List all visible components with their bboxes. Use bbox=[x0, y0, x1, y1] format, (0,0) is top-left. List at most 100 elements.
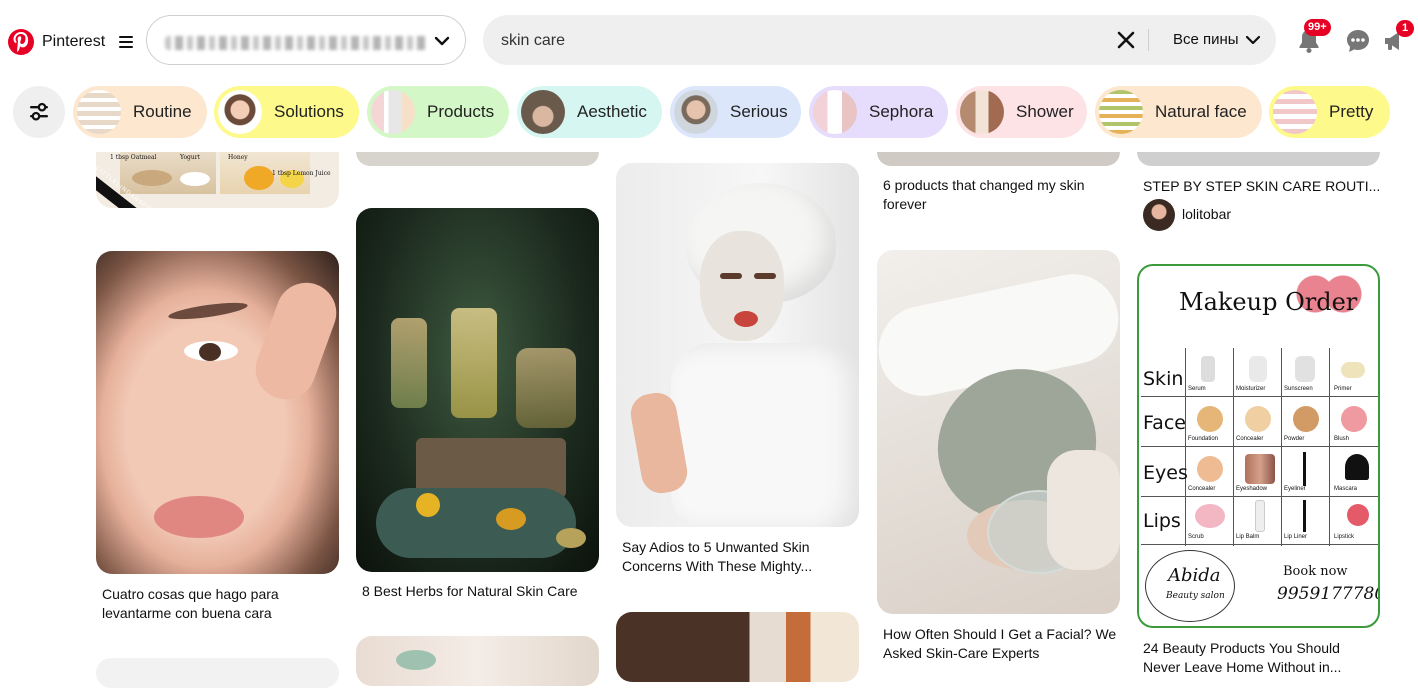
chip-thumbnail bbox=[218, 90, 262, 134]
cell-label: Scrub bbox=[1188, 534, 1204, 540]
chip-thumbnail bbox=[521, 90, 565, 134]
chevron-down-icon bbox=[434, 36, 450, 46]
updates-badge: 1 bbox=[1396, 20, 1414, 37]
pin-image-partial[interactable] bbox=[877, 152, 1120, 166]
chip-serious[interactable]: Serious bbox=[670, 86, 801, 138]
chip-label: Shower bbox=[1016, 102, 1074, 121]
pin-overlay-text: 1 tbsp Oatmeal bbox=[110, 154, 157, 161]
salon-logo: Abida Beauty salon bbox=[1145, 550, 1235, 622]
cell-label: Mascara bbox=[1334, 486, 1358, 492]
pin-title[interactable]: Cuatro cosas que hago para levantarme co… bbox=[102, 585, 340, 623]
row-label: Eyes bbox=[1143, 462, 1188, 484]
filters-button[interactable] bbox=[13, 86, 65, 138]
chip-label: Aesthetic bbox=[577, 102, 647, 121]
row-label: Skin bbox=[1143, 368, 1184, 390]
pin-author-avatar[interactable] bbox=[1143, 199, 1175, 231]
chip-thumbnail bbox=[960, 90, 1004, 134]
pin-image-partial[interactable] bbox=[1137, 152, 1380, 166]
updates-button[interactable]: 1 bbox=[1382, 20, 1414, 59]
cell-label: Eyeliner bbox=[1284, 486, 1306, 492]
pin-title[interactable]: 8 Best Herbs for Natural Skin Care bbox=[362, 582, 600, 601]
chip-solutions[interactable]: Solutions bbox=[214, 86, 359, 138]
messages-button[interactable] bbox=[1345, 28, 1371, 59]
chip-label: Routine bbox=[133, 102, 192, 121]
pin-overlay-text: 1 tbsp Lemon Juice bbox=[272, 170, 331, 177]
pin-title[interactable]: STEP BY STEP SKIN CARE ROUTI... bbox=[1143, 177, 1381, 196]
board-selector[interactable] bbox=[146, 15, 466, 65]
pin-overlay-text: Yogurt bbox=[180, 154, 201, 161]
blurred-board-name bbox=[165, 36, 427, 50]
cell-label: Lip Liner bbox=[1284, 534, 1308, 540]
pin-author-name[interactable]: lolitobar bbox=[1182, 206, 1231, 222]
book-now-label: Book now bbox=[1283, 564, 1348, 579]
brand-name: Pinterest bbox=[42, 33, 106, 50]
cell-label: Concealer bbox=[1188, 486, 1216, 492]
salon-phone: 9959177780 bbox=[1277, 584, 1380, 604]
pin-title[interactable]: How Often Should I Get a Facial? We Aske… bbox=[883, 625, 1121, 663]
cell-label: Foundation bbox=[1188, 436, 1219, 442]
notifications-badge: 99+ bbox=[1304, 19, 1331, 36]
pinterest-logo-icon bbox=[8, 29, 34, 55]
pin-image-next[interactable] bbox=[616, 612, 859, 682]
chip-thumbnail bbox=[813, 90, 857, 134]
clear-search-icon[interactable] bbox=[1116, 30, 1136, 50]
chip-thumbnail bbox=[1273, 90, 1317, 134]
chip-label: Solutions bbox=[274, 102, 344, 121]
cell-label: Lipstick bbox=[1334, 534, 1355, 540]
cell-label: Lip Balm bbox=[1236, 534, 1260, 540]
cell-label: Serum bbox=[1188, 386, 1206, 392]
pin-title[interactable]: 24 Beauty Products You Should Never Leav… bbox=[1143, 639, 1381, 677]
pin-image-herbs[interactable] bbox=[356, 208, 599, 572]
pin-overlay-text: Honey bbox=[228, 154, 248, 161]
pin-image-face[interactable] bbox=[96, 251, 339, 574]
chip-sephora[interactable]: Sephora bbox=[809, 86, 948, 138]
pin-image-next[interactable] bbox=[96, 658, 339, 688]
notifications-button[interactable]: 99+ bbox=[1296, 19, 1331, 59]
hamburger-menu-icon[interactable] bbox=[119, 36, 134, 48]
chip-aesthetic[interactable]: Aesthetic bbox=[517, 86, 662, 138]
pin-image-face-mask[interactable] bbox=[616, 163, 859, 527]
pin-title[interactable]: 6 products that changed my skin forever bbox=[883, 176, 1121, 214]
chip-shower[interactable]: Shower bbox=[956, 86, 1087, 138]
sliders-icon bbox=[30, 102, 48, 121]
salon-subtitle: Beauty salon bbox=[1166, 591, 1225, 601]
chip-label: Pretty bbox=[1329, 102, 1374, 121]
row-label: Face bbox=[1143, 412, 1186, 434]
salon-name: Abida bbox=[1168, 565, 1221, 586]
search-bar: Все пины bbox=[483, 15, 1276, 65]
chip-routine[interactable]: Routine bbox=[73, 86, 207, 138]
search-input[interactable] bbox=[499, 25, 1103, 57]
search-refinement-bar: Routine Solutions Products Aesthetic Ser… bbox=[0, 80, 1418, 150]
chip-label: Products bbox=[427, 102, 495, 121]
search-divider bbox=[1148, 29, 1149, 51]
chat-bubble-icon bbox=[1347, 30, 1369, 52]
cell-label: Concealer bbox=[1236, 436, 1264, 442]
chip-thumbnail bbox=[1099, 90, 1143, 134]
cell-label: Moisturizer bbox=[1236, 386, 1266, 392]
chip-label: Sephora bbox=[869, 102, 934, 121]
pin-type-dropdown[interactable]: Все пины bbox=[1173, 31, 1239, 48]
chip-natural-face[interactable]: Natural face bbox=[1095, 86, 1262, 138]
makeup-order-title: Makeup Order bbox=[1179, 288, 1358, 316]
chip-pretty[interactable]: Pretty bbox=[1269, 86, 1390, 138]
row-label: Lips bbox=[1143, 510, 1181, 532]
cell-label: Eyeshadow bbox=[1236, 486, 1268, 492]
pin-image-ingredients[interactable]: 1 tbsp Oatmeal Yogurt Honey 1 tbsp Lemon… bbox=[96, 152, 339, 208]
chip-label: Serious bbox=[730, 102, 788, 121]
pin-image-facial[interactable] bbox=[877, 250, 1120, 614]
pin-image-partial[interactable] bbox=[356, 152, 599, 166]
chip-thumbnail bbox=[371, 90, 415, 134]
pin-image-next[interactable] bbox=[356, 636, 599, 686]
cell-label: Primer bbox=[1334, 386, 1352, 392]
cell-label: Blush bbox=[1334, 436, 1350, 442]
chip-thumbnail bbox=[674, 90, 718, 134]
chip-label: Natural face bbox=[1155, 102, 1247, 121]
pinterest-home-link[interactable]: Pinterest bbox=[8, 26, 134, 58]
chevron-down-icon[interactable] bbox=[1245, 31, 1261, 49]
chip-products[interactable]: Products bbox=[367, 86, 509, 138]
chip-thumbnail bbox=[77, 90, 121, 134]
cell-label: Sunscreen bbox=[1284, 386, 1313, 392]
cell-label: Powder bbox=[1284, 436, 1305, 442]
pin-title[interactable]: Say Adios to 5 Unwanted Skin Concerns Wi… bbox=[622, 538, 860, 576]
pin-image-makeup-order[interactable]: Makeup Order Skin Face Eyes Lips Serum M… bbox=[1137, 264, 1380, 628]
